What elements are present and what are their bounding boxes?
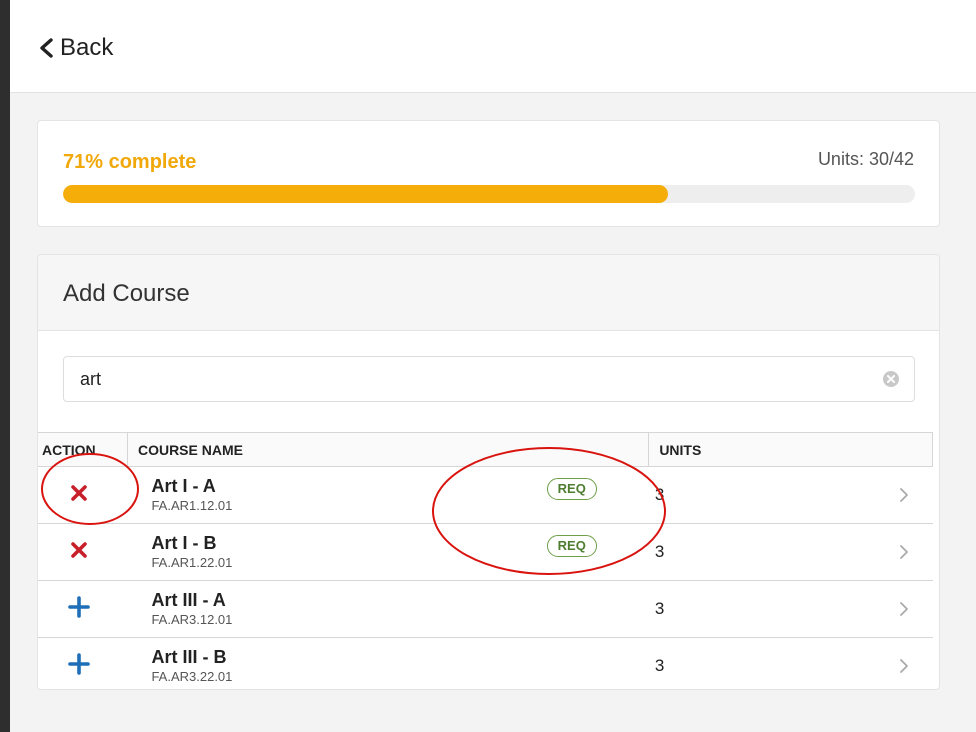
header-bar: Back xyxy=(10,0,976,93)
column-header-units: UNITS xyxy=(648,432,933,467)
course-code: FA.AR3.22.01 xyxy=(151,669,233,684)
units-cell: 3 xyxy=(648,637,933,689)
table-row[interactable]: Art III - A FA.AR3.12.01 3 xyxy=(38,580,933,638)
units-cell: 3 xyxy=(648,523,933,581)
units-cell: 3 xyxy=(648,580,933,638)
plus-icon[interactable] xyxy=(68,595,91,618)
column-header-course-name: COURSE NAME xyxy=(126,432,650,467)
add-course-card: Add Course ACTION COURSE NAME UNITS xyxy=(37,254,940,690)
back-label: Back xyxy=(60,34,114,61)
course-table: ACTION COURSE NAME UNITS Art I - A FA.AR… xyxy=(38,432,933,689)
course-name-cell: Art III - A FA.AR3.12.01 xyxy=(127,580,649,638)
action-cell xyxy=(38,466,128,524)
chevron-right-icon[interactable] xyxy=(899,601,909,617)
chevron-right-icon[interactable] xyxy=(899,544,909,560)
add-course-title: Add Course xyxy=(63,280,190,307)
course-search-box xyxy=(63,356,915,402)
table-header-row: ACTION COURSE NAME UNITS xyxy=(38,432,933,467)
table-row[interactable]: Art I - A FA.AR1.12.01 REQ 3 xyxy=(38,466,933,524)
table-row[interactable]: Art I - B FA.AR1.22.01 REQ 3 xyxy=(38,523,933,581)
units-value: 3 xyxy=(654,485,665,504)
action-cell xyxy=(38,637,128,689)
units-cell: 3 xyxy=(648,466,933,524)
course-name-cell: Art III - B FA.AR3.22.01 xyxy=(127,637,649,689)
progress-card: 71% complete Units: 30/42 xyxy=(37,120,940,227)
units-value: 3 xyxy=(654,599,665,618)
table-row[interactable]: Art III - B FA.AR3.22.01 3 xyxy=(38,637,933,689)
course-title: Art III - A xyxy=(151,590,226,610)
action-cell xyxy=(38,580,128,638)
add-course-header: Add Course xyxy=(38,255,939,331)
course-code: FA.AR1.12.01 xyxy=(151,498,233,513)
required-badge: REQ xyxy=(546,478,597,500)
course-code: FA.AR3.12.01 xyxy=(151,612,233,627)
course-search-input[interactable] xyxy=(64,357,874,401)
plus-icon[interactable] xyxy=(68,652,91,675)
chevron-left-icon xyxy=(40,38,53,58)
course-title: Art III - B xyxy=(151,647,227,667)
course-name-cell: Art I - A FA.AR1.12.01 REQ xyxy=(127,466,649,524)
chevron-right-icon[interactable] xyxy=(899,658,909,674)
units-count-label: Units: 30/42 xyxy=(817,149,914,169)
required-badge: REQ xyxy=(546,535,597,557)
progress-percent-label: 71% complete xyxy=(63,151,197,173)
units-value: 3 xyxy=(654,656,665,675)
chevron-right-icon[interactable] xyxy=(899,487,909,503)
course-name-cell: Art I - B FA.AR1.22.01 REQ xyxy=(127,523,649,581)
course-code: FA.AR1.22.01 xyxy=(151,555,233,570)
progress-fill xyxy=(63,185,668,203)
x-icon[interactable] xyxy=(68,539,90,561)
left-edge-bar xyxy=(0,0,10,732)
clear-circle-icon[interactable] xyxy=(882,370,900,388)
x-icon[interactable] xyxy=(68,482,90,504)
action-cell xyxy=(38,523,128,581)
units-value: 3 xyxy=(654,542,665,561)
column-header-action: ACTION xyxy=(38,432,128,467)
back-button[interactable]: Back xyxy=(38,34,113,62)
progress-track xyxy=(63,185,915,203)
